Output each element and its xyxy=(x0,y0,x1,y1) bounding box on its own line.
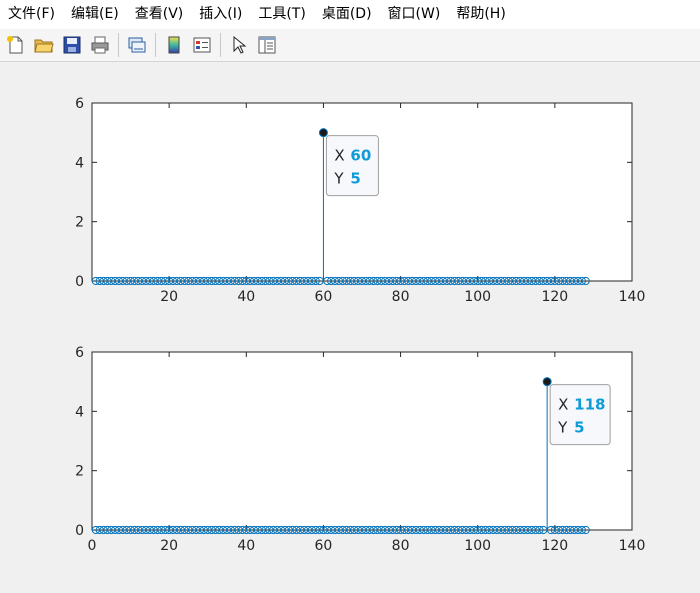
link-plot-icon[interactable] xyxy=(125,33,149,57)
menu-window[interactable]: 窗口(W) xyxy=(380,0,449,29)
print-icon[interactable] xyxy=(88,33,112,57)
menu-view[interactable]: 查看(V) xyxy=(127,0,192,29)
insert-legend-icon[interactable] xyxy=(190,33,214,57)
datatip-bottom-y-label: Y xyxy=(557,419,568,437)
datatip-top-y-label: Y xyxy=(333,170,344,188)
datatip-top-y-value: 5 xyxy=(350,170,360,188)
y-tick-label: 0 xyxy=(75,274,84,290)
save-icon[interactable] xyxy=(60,33,84,57)
x-tick-label: 60 xyxy=(315,538,333,554)
open-file-icon[interactable] xyxy=(32,33,56,57)
x-tick-label: 80 xyxy=(392,538,410,554)
datatip-bottom[interactable]: X 118 Y 5 xyxy=(549,384,611,446)
axes-top[interactable]: 20 40 60 80 100 120 140 0 2 4 6 X 60 Y 5 xyxy=(75,96,645,305)
y-tick-label: 6 xyxy=(75,96,84,112)
figure-svg: 20 40 60 80 100 120 1400246 X 60 Y 5 0 20 40 60 80… xyxy=(75,96,645,554)
stem-peak-point xyxy=(542,377,552,387)
menu-desktop[interactable]: 桌面(D) xyxy=(314,0,380,29)
y-tick-label: 6 xyxy=(75,345,84,361)
x-tick-label: 60 xyxy=(315,289,333,305)
menu-help[interactable]: 帮助(H) xyxy=(448,0,513,29)
x-tick-label: 100 xyxy=(464,289,491,305)
menu-insert[interactable]: 插入(I) xyxy=(191,0,250,29)
figure-canvas: 20 40 60 80 100 120 140 0 2 4 6 X 60 Y 5 0 20 40 60 80… xyxy=(0,63,700,589)
property-inspector-icon[interactable] xyxy=(255,33,279,57)
new-figure-icon[interactable] xyxy=(4,33,28,57)
menu-file[interactable]: 文件(F) xyxy=(0,0,63,29)
y-tick-label: 0 xyxy=(75,523,84,539)
select-pointer-icon[interactable] xyxy=(227,33,251,57)
toolbar xyxy=(0,29,700,62)
x-tick-label: 40 xyxy=(237,538,255,554)
datatip-bottom-x-label: X xyxy=(558,396,568,414)
y-tick-label: 4 xyxy=(75,404,84,420)
x-tick-label: 100 xyxy=(464,538,491,554)
datatip-bottom-x-value: 118 xyxy=(574,396,605,414)
x-tick-label: 20 xyxy=(160,289,178,305)
menu-bar: 文件(F) 编辑(E) 查看(V) 插入(I) 工具(T) 桌面(D) 窗口(W… xyxy=(0,0,700,29)
datatip-top-x-value: 60 xyxy=(350,147,371,165)
datatip-top-x-label: X xyxy=(334,147,344,165)
x-tick-label: 120 xyxy=(541,289,568,305)
y-tick-label: 4 xyxy=(75,155,84,171)
x-tick-label: 120 xyxy=(541,538,568,554)
x-tick-label: 80 xyxy=(392,289,410,305)
menu-tools[interactable]: 工具(T) xyxy=(250,0,313,29)
toolbar-separator xyxy=(220,33,221,57)
x-tick-label: 0 xyxy=(88,538,97,554)
menu-edit[interactable]: 编辑(E) xyxy=(63,0,127,29)
x-tick-label: 20 xyxy=(160,538,178,554)
axes-bottom[interactable]: 0 20 40 60 80 100 120 140 0 2 4 6 X 118 Y 5 xyxy=(75,345,645,554)
insert-colorbar-icon[interactable] xyxy=(162,33,186,57)
datatip-bottom-y-value: 5 xyxy=(574,419,584,437)
datatip-top[interactable]: X 60 Y 5 xyxy=(325,135,379,197)
y-tick-label: 2 xyxy=(75,464,84,480)
toolbar-separator xyxy=(155,33,156,57)
toolbar-separator xyxy=(118,33,119,57)
x-tick-label: 40 xyxy=(237,289,255,305)
stem-peak-point xyxy=(318,128,328,138)
x-tick-label: 140 xyxy=(619,538,646,554)
x-tick-label: 140 xyxy=(619,289,646,305)
y-tick-label: 2 xyxy=(75,215,84,231)
